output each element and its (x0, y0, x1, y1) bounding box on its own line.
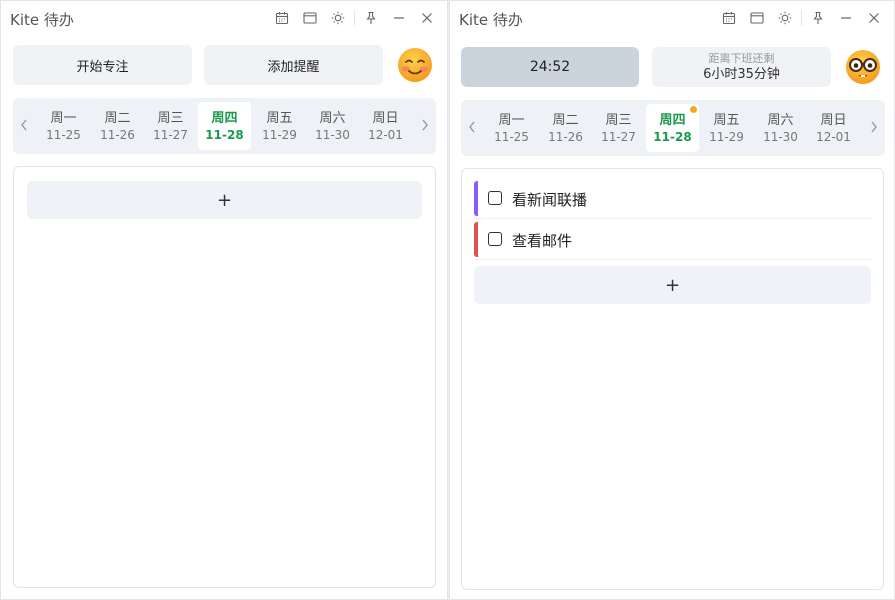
focus-timer-button[interactable]: 24:52 (461, 47, 639, 87)
start-focus-button[interactable]: 开始专注 (13, 45, 192, 85)
day-name: 周日 (820, 112, 847, 128)
day-tue[interactable]: 周二 11-26 (91, 102, 144, 150)
day-date: 11-29 (709, 129, 744, 144)
sun-icon[interactable] (771, 7, 799, 29)
day-mon[interactable]: 周一 11-25 (37, 102, 90, 150)
kite-window-right: Kite 待办 24:52 距离下班还剩 6小时35分钟 周一 11-25 周二… (449, 0, 895, 600)
task-checkbox[interactable] (488, 191, 502, 205)
day-sat[interactable]: 周六 11-30 (754, 104, 807, 152)
day-fri[interactable]: 周五 11-29 (700, 104, 753, 152)
day-thu-selected[interactable]: 周四 11-28 (646, 104, 699, 152)
title-bar[interactable]: Kite 待办 (1, 1, 447, 35)
window-icon[interactable] (296, 7, 324, 29)
day-sun[interactable]: 周日 12-01 (359, 102, 412, 150)
day-name: 周五 (713, 112, 740, 128)
title-bar[interactable]: Kite 待办 (450, 1, 894, 35)
task-item[interactable]: 看新闻联播 (474, 181, 871, 219)
day-date: 12-01 (368, 127, 403, 142)
day-fri[interactable]: 周五 11-29 (253, 102, 306, 150)
task-color-bar (474, 181, 478, 216)
close-icon[interactable] (860, 7, 888, 29)
reminder-dot (690, 106, 697, 113)
day-name: 周一 (498, 112, 525, 128)
task-panel: + (13, 166, 436, 588)
chevron-right-icon[interactable] (867, 118, 881, 136)
task-checkbox[interactable] (488, 232, 502, 246)
calendar-icon[interactable] (715, 7, 743, 29)
window-title: Kite 待办 (459, 11, 523, 29)
day-name: 周二 (104, 110, 131, 126)
day-date: 11-27 (153, 127, 188, 142)
minimize-icon[interactable] (385, 7, 413, 29)
day-date: 11-27 (601, 129, 636, 144)
day-sun[interactable]: 周日 12-01 (807, 104, 860, 152)
nerd-face-icon[interactable] (844, 48, 882, 86)
day-name: 周三 (605, 112, 632, 128)
chevron-left-icon[interactable] (465, 118, 479, 136)
task-label: 看新闻联播 (512, 191, 588, 209)
close-icon[interactable] (413, 7, 441, 29)
day-date: 11-26 (100, 127, 135, 142)
day-sat[interactable]: 周六 11-30 (306, 102, 359, 150)
chevron-right-icon[interactable] (418, 116, 432, 134)
add-task-button[interactable]: + (474, 266, 871, 304)
task-item[interactable]: 查看邮件 (474, 222, 871, 260)
window-icon[interactable] (743, 7, 771, 29)
day-tue[interactable]: 周二 11-26 (539, 104, 592, 152)
add-task-button[interactable]: + (27, 181, 422, 219)
day-date: 11-30 (763, 129, 798, 144)
day-name: 周日 (372, 110, 399, 126)
day-name: 周四 (211, 110, 238, 126)
day-name: 周六 (767, 112, 794, 128)
day-date: 12-01 (816, 129, 851, 144)
day-date: 11-25 (46, 127, 81, 142)
week-strip: 周一 11-25 周二 11-26 周三 11-27 周四 11-28 周五 11-29 … (461, 100, 885, 156)
day-date: 11-29 (262, 127, 297, 142)
day-date: 11-28 (653, 129, 692, 144)
task-label: 查看邮件 (512, 232, 573, 250)
smiling-face-icon[interactable] (396, 46, 434, 84)
day-thu-selected[interactable]: 周四 11-28 (198, 102, 251, 150)
day-date: 11-30 (315, 127, 350, 142)
chevron-left-icon[interactable] (17, 116, 31, 134)
title-bar-divider (354, 10, 355, 26)
countdown-label: 距离下班还剩 (708, 51, 775, 65)
day-name: 周五 (266, 110, 293, 126)
day-name: 周三 (157, 110, 184, 126)
week-strip: 周一 11-25 周二 11-26 周三 11-27 周四 11-28 周五 11-29 … (13, 98, 436, 154)
add-reminder-button[interactable]: 添加提醒 (204, 45, 383, 85)
calendar-icon[interactable] (268, 7, 296, 29)
day-name: 周一 (50, 110, 77, 126)
task-panel: 看新闻联播 查看邮件 + (461, 168, 884, 590)
day-name: 周四 (659, 112, 686, 128)
day-mon[interactable]: 周一 11-25 (485, 104, 538, 152)
task-color-bar (474, 222, 478, 257)
kite-window-left: Kite 待办 开始专注 添加提醒 周一 11-25 周二 11-26 周三 11-2… (0, 0, 448, 600)
sun-icon[interactable] (324, 7, 352, 29)
countdown-value: 6小时35分钟 (703, 66, 780, 82)
title-bar-divider (801, 10, 802, 26)
day-name: 周二 (552, 112, 579, 128)
off-work-countdown[interactable]: 距离下班还剩 6小时35分钟 (652, 47, 831, 87)
day-wed[interactable]: 周三 11-27 (144, 102, 197, 150)
pin-icon[interactable] (804, 7, 832, 29)
day-date: 11-26 (548, 129, 583, 144)
day-name: 周六 (319, 110, 346, 126)
minimize-icon[interactable] (832, 7, 860, 29)
day-date: 11-28 (205, 127, 244, 142)
pin-icon[interactable] (357, 7, 385, 29)
window-title: Kite 待办 (10, 11, 74, 29)
day-wed[interactable]: 周三 11-27 (592, 104, 645, 152)
day-date: 11-25 (494, 129, 529, 144)
